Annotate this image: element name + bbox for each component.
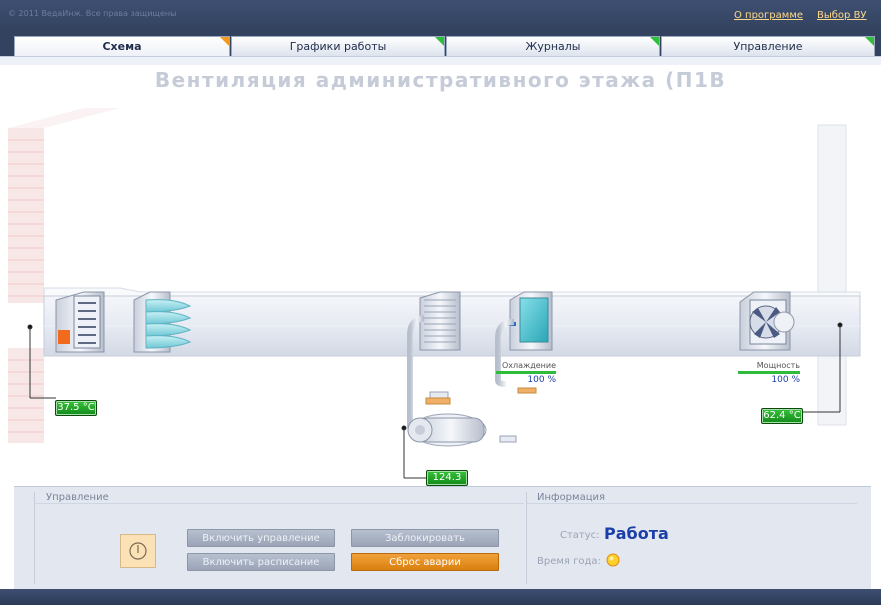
- power-level-bar: [738, 371, 800, 374]
- cooling-label: Охлаждение: [501, 361, 556, 370]
- control-section-title: Управление: [46, 492, 109, 503]
- right-wall: [817, 124, 847, 426]
- about-link[interactable]: О программе: [734, 10, 803, 21]
- tab-corner-flag: [650, 37, 659, 46]
- outdoor-temp-badge: 37.5 °C: [55, 400, 97, 416]
- supply-temp-badge: 62.4 °C: [761, 408, 803, 424]
- info-header-line: [527, 503, 857, 504]
- tab-label: Журналы: [525, 40, 581, 53]
- bottom-bar: [0, 589, 881, 605]
- tab-work-graphs[interactable]: Графики работы: [231, 36, 445, 56]
- power-button[interactable]: [120, 534, 156, 568]
- enable-control-button[interactable]: Включить управление: [187, 529, 335, 547]
- enable-schedule-button[interactable]: Включить расписание: [187, 553, 335, 571]
- lock-button[interactable]: Заблокировать: [351, 529, 499, 547]
- scheme-title: Вентиляция административного этажа (П1В: [154, 68, 727, 92]
- tab-corner-flag: [435, 37, 444, 46]
- cooling-level-track: [496, 371, 556, 374]
- tab-scheme[interactable]: Схема: [14, 36, 230, 56]
- water-temp-badge: 124.3 °C: [426, 470, 468, 497]
- reset-alarm-button[interactable]: Сброс аварии: [351, 553, 499, 571]
- status-value: Работа: [604, 524, 669, 543]
- tab-corner-flag: [220, 37, 229, 46]
- power-icon: [129, 542, 147, 560]
- power-value: 100 %: [771, 375, 800, 385]
- select-vu-link[interactable]: Выбор ВУ: [817, 10, 867, 21]
- left-brick-wall: [8, 108, 120, 443]
- panel-divider-left: [34, 492, 35, 584]
- tab-label: Управление: [733, 40, 803, 53]
- status-label: Статус:: [560, 530, 600, 541]
- copyright-text: © 2011 ВедаИнж. Все права защищены: [8, 9, 177, 18]
- cooling-level-bar: [496, 371, 556, 374]
- tab-control[interactable]: Управление: [661, 36, 875, 56]
- supply-fan: [739, 291, 795, 351]
- power-level-track: [738, 371, 800, 374]
- sun-icon: [606, 553, 620, 567]
- air-damper: [55, 291, 105, 353]
- cooling-value: 100 %: [527, 375, 556, 385]
- tab-label: Графики работы: [289, 40, 387, 53]
- info-section-title: Информация: [537, 492, 606, 503]
- circulation-pump: [407, 413, 487, 447]
- power-label: Мощность: [756, 361, 800, 370]
- tab-corner-flag: [865, 37, 874, 46]
- control-header-line: [34, 503, 524, 504]
- season-label: Время года:: [537, 556, 601, 567]
- tab-label: Схема: [102, 40, 142, 53]
- panel-divider-middle: [526, 492, 527, 584]
- ventilation-schematic: [8, 108, 861, 479]
- tab-content-strip: [0, 56, 881, 65]
- tab-journals[interactable]: Журналы: [446, 36, 660, 56]
